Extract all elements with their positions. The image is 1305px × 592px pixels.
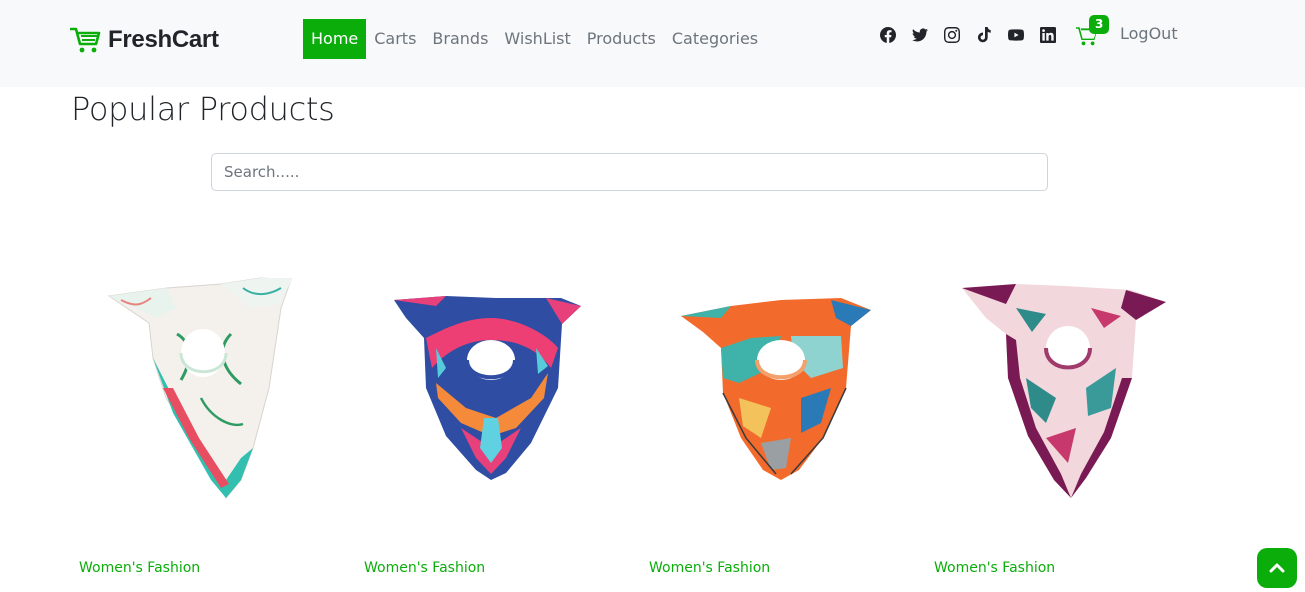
page-title: Popular Products [71,90,335,128]
twitter-icon[interactable] [912,26,928,44]
product-image [962,284,1166,498]
brand-name: FreshCart [108,26,219,53]
product-card[interactable]: Women's Fashion [641,248,911,592]
scroll-to-top-button[interactable] [1257,548,1297,588]
nav-link-wishlist[interactable]: WishList [496,19,578,59]
product-card[interactable]: Women's Fashion [926,248,1196,592]
nav-link-products[interactable]: Products [579,19,664,59]
linkedin-icon[interactable] [1040,26,1056,44]
product-card[interactable]: Women's Fashion [71,248,341,592]
product-category[interactable]: Women's Fashion [934,560,1055,576]
nav-link-categories[interactable]: Categories [664,19,766,59]
product-image [394,296,581,480]
nav-link-home[interactable]: Home [303,19,367,59]
cart-count-badge: 3 [1089,15,1110,34]
product-category[interactable]: Women's Fashion [649,560,770,576]
instagram-icon[interactable] [944,26,960,44]
social-links [880,26,1056,44]
brand-logo-link[interactable]: FreshCart [70,26,219,54]
product-image [107,277,293,499]
facebook-icon[interactable] [880,26,896,44]
chevron-up-icon [1269,563,1285,573]
product-category[interactable]: Women's Fashion [364,560,485,576]
product-category[interactable]: Women's Fashion [79,560,200,576]
cart-logo-icon [70,27,101,53]
logout-link[interactable]: LogOut [1120,24,1178,43]
nav-link-brands[interactable]: Brands [424,19,496,59]
tiktok-icon[interactable] [976,26,992,44]
product-card[interactable]: Women's Fashion [356,248,626,592]
main-nav: Home Carts Brands WishList Products Cate… [303,19,766,59]
youtube-icon[interactable] [1008,26,1024,44]
product-image [681,298,871,480]
navbar: FreshCart Home Carts Brands WishList Pro… [0,0,1305,87]
nav-link-carts[interactable]: Carts [366,19,424,59]
search-input[interactable] [211,153,1048,191]
